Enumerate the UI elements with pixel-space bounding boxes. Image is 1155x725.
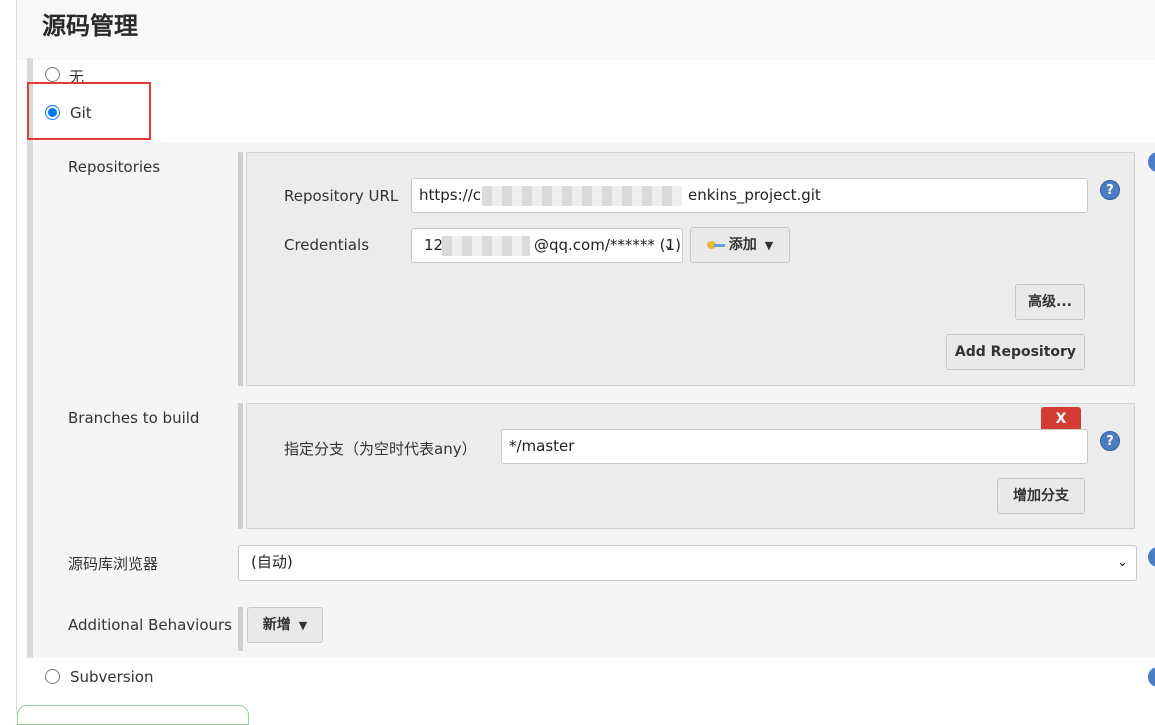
credentials-label: Credentials xyxy=(284,236,370,254)
caret-down-icon: ▼ xyxy=(764,239,774,252)
help-icon[interactable]: ? xyxy=(1100,431,1120,451)
help-icon[interactable]: ? xyxy=(1100,180,1120,200)
repositories-label: Repositories xyxy=(68,158,161,176)
section-title: 源码管理 xyxy=(42,12,138,40)
help-icon[interactable] xyxy=(1148,667,1155,687)
branch-specifier-label: 指定分支（为空时代表any） xyxy=(284,440,477,458)
radio-subversion-label[interactable]: Subversion xyxy=(70,668,154,686)
credentials-suffix: @qq.com/****** (1) xyxy=(534,236,681,254)
branches-to-build-label: Branches to build xyxy=(68,409,200,427)
radio-none[interactable] xyxy=(45,67,60,82)
add-branch-button[interactable]: 增加分支 xyxy=(997,478,1085,514)
repository-url-label: Repository URL xyxy=(284,187,399,205)
add-behaviour-label: 新增 xyxy=(262,617,291,633)
chevron-down-icon: ⌄ xyxy=(1117,555,1128,570)
chevron-down-icon: ⌄ xyxy=(663,238,674,253)
key-icon xyxy=(706,240,725,250)
repository-url-suffix: enkins_project.git xyxy=(688,186,821,204)
section-header-band xyxy=(17,0,1155,60)
radio-subversion[interactable] xyxy=(45,669,60,684)
repo-browser-value: (自动) xyxy=(251,553,293,571)
next-section-tab xyxy=(17,705,249,725)
repo-browser-select[interactable]: (自动) ⌄ xyxy=(238,545,1137,581)
add-behaviour-button[interactable]: 新增 ▼ xyxy=(247,607,323,643)
git-highlight-box xyxy=(27,82,151,140)
page-left-border xyxy=(16,0,17,714)
advanced-button[interactable]: 高级... xyxy=(1015,284,1085,320)
credentials-select[interactable]: 12 @qq.com/****** (1) ⌄ xyxy=(411,228,683,263)
repositories-panel-bar xyxy=(238,152,243,386)
repository-url-prefix: https://c xyxy=(419,186,482,204)
redacted-blur xyxy=(482,186,682,206)
repo-browser-label: 源码库浏览器 xyxy=(68,555,159,573)
caret-down-icon: ▼ xyxy=(298,619,308,632)
redacted-blur xyxy=(442,236,530,256)
additional-behaviours-label: Additional Behaviours xyxy=(68,616,232,634)
branch-specifier-input[interactable]: */master xyxy=(501,429,1088,464)
branches-panel-bar xyxy=(238,403,243,529)
credentials-prefix: 12 xyxy=(424,236,444,254)
add-repository-button[interactable]: Add Repository xyxy=(946,334,1085,370)
add-credentials-label: 添加 xyxy=(728,237,757,253)
delete-branch-button[interactable]: X xyxy=(1041,407,1081,431)
repository-url-input[interactable]: https://c enkins_project.git xyxy=(411,178,1088,213)
add-credentials-button[interactable]: 添加 ▼ xyxy=(690,227,790,263)
behaviours-panel-bar xyxy=(238,607,243,651)
